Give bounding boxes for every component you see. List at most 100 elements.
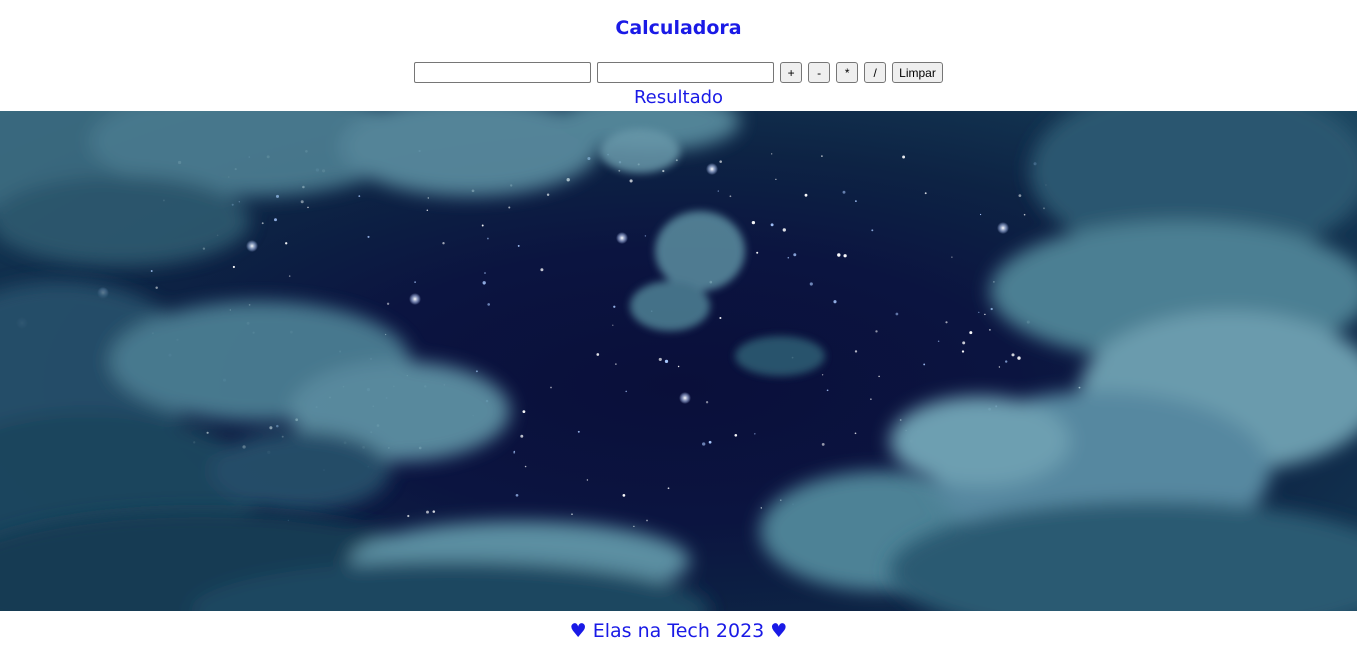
star: [596, 353, 600, 356]
star: [756, 251, 759, 254]
bright-star: [616, 232, 628, 244]
star: [751, 220, 756, 225]
divide-button[interactable]: /: [864, 62, 887, 83]
star: [854, 350, 858, 353]
star: [508, 206, 511, 209]
star: [809, 282, 813, 286]
star: [367, 235, 370, 238]
result-display: Resultado: [633, 87, 724, 108]
star: [782, 228, 786, 232]
star: [951, 256, 953, 258]
star: [705, 401, 709, 404]
star: [937, 340, 940, 342]
star: [629, 179, 633, 183]
star: [729, 195, 732, 198]
footer-text: ♥ Elas na Tech 2023 ♥: [569, 620, 788, 642]
star: [978, 311, 980, 314]
night-sky-illustration: [0, 111, 1357, 611]
second-number-input[interactable]: [597, 62, 775, 83]
star: [646, 519, 648, 522]
star: [625, 390, 627, 393]
star: [269, 426, 273, 430]
star: [708, 440, 712, 444]
star: [414, 281, 416, 283]
star: [870, 398, 872, 400]
bright-star: [997, 222, 1009, 234]
star: [487, 303, 491, 306]
star: [787, 256, 790, 259]
star: [664, 359, 669, 364]
star: [517, 244, 520, 247]
bright-star: [246, 240, 258, 252]
star: [238, 201, 240, 203]
clear-button[interactable]: Limpar: [892, 62, 943, 83]
calculator-page: Calculadora + - * / Limpar Resultado ♥ E…: [0, 0, 1357, 653]
star: [875, 330, 878, 333]
star: [854, 432, 857, 435]
star: [1023, 213, 1026, 216]
star: [386, 302, 390, 305]
star: [677, 365, 680, 368]
bright-star: [679, 392, 691, 404]
star: [407, 514, 410, 518]
star: [895, 312, 899, 316]
star: [969, 331, 973, 335]
star: [658, 357, 662, 361]
star: [984, 313, 986, 316]
star: [1017, 356, 1021, 360]
star: [274, 218, 277, 222]
star: [842, 190, 846, 194]
first-number-input[interactable]: [414, 62, 592, 83]
star: [734, 433, 738, 437]
star: [760, 507, 762, 509]
star: [427, 197, 430, 199]
star: [232, 265, 235, 269]
star: [513, 451, 516, 454]
starry-sky-background-image: [0, 111, 1357, 611]
star: [923, 363, 926, 366]
star: [432, 510, 436, 513]
star: [622, 494, 626, 497]
star: [586, 479, 589, 481]
star: [540, 268, 544, 272]
star: [550, 386, 552, 389]
star: [546, 193, 550, 196]
star: [667, 487, 670, 490]
star: [613, 305, 616, 308]
star: [358, 195, 361, 197]
star: [261, 222, 264, 225]
star: [821, 442, 825, 446]
star: [1005, 360, 1008, 363]
star: [961, 350, 965, 353]
add-button[interactable]: +: [780, 62, 803, 83]
subtract-button[interactable]: -: [808, 62, 831, 83]
star: [662, 169, 665, 173]
multiply-button[interactable]: *: [836, 62, 859, 83]
star: [522, 410, 526, 414]
star: [524, 465, 527, 468]
star: [998, 366, 1001, 368]
star: [615, 363, 617, 365]
star: [633, 525, 635, 528]
star: [426, 510, 429, 514]
star: [837, 253, 841, 257]
star: [980, 213, 982, 216]
star: [426, 209, 429, 212]
star: [821, 155, 823, 157]
star: [612, 324, 614, 326]
star: [871, 229, 874, 232]
star: [1018, 194, 1022, 197]
star: [1043, 207, 1045, 210]
star: [878, 375, 880, 378]
star: [520, 434, 524, 438]
star: [475, 370, 478, 373]
star: [717, 190, 719, 192]
star: [719, 316, 722, 320]
star: [442, 242, 445, 245]
star: [989, 329, 991, 331]
star: [618, 169, 621, 172]
star: [902, 155, 906, 159]
star: [754, 433, 756, 435]
star: [804, 193, 808, 197]
star: [150, 270, 153, 272]
